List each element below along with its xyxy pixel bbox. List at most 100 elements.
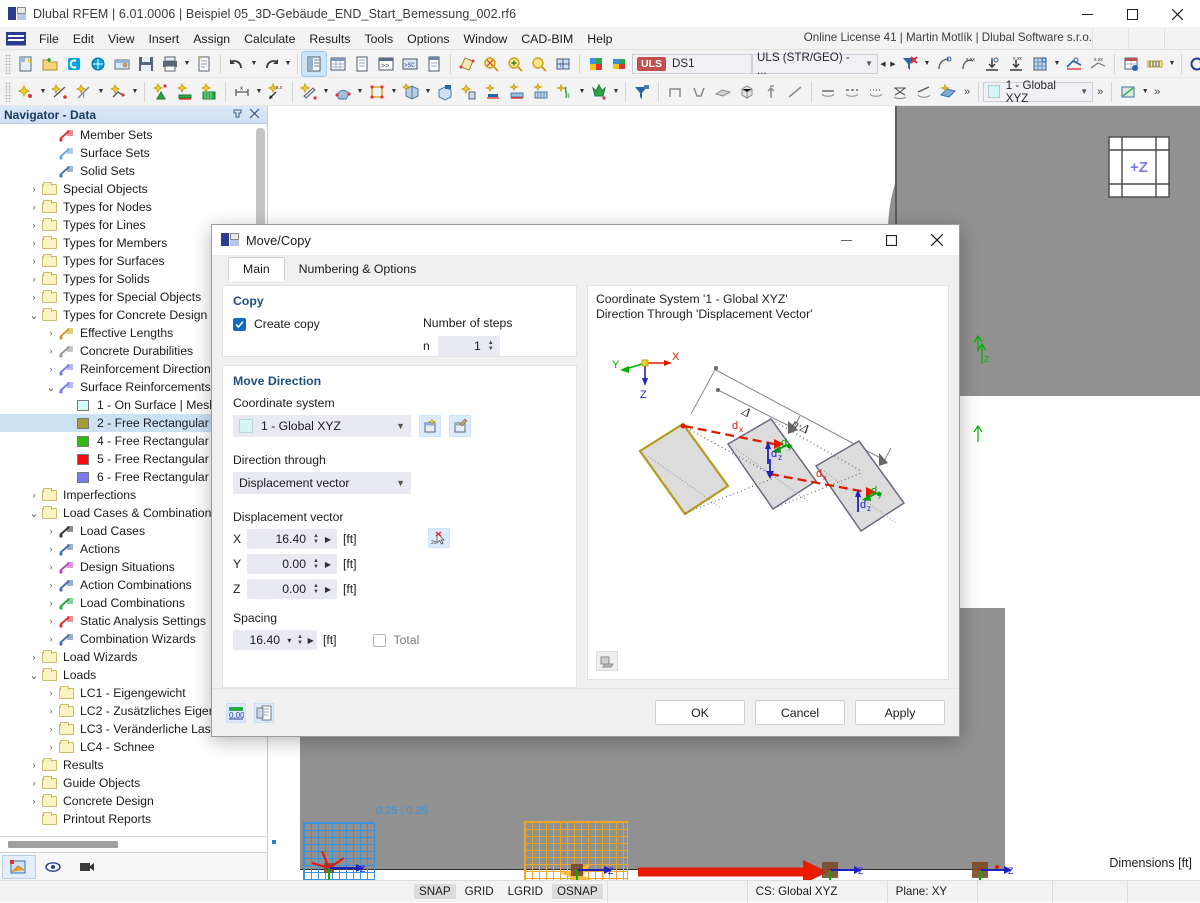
navigator-hscrollbar[interactable] xyxy=(8,841,118,848)
apply-button[interactable]: Apply xyxy=(855,700,945,725)
expand-arrow-icon[interactable]: › xyxy=(27,274,41,284)
expand-arrow-icon[interactable]: › xyxy=(44,364,58,374)
maximize-button[interactable] xyxy=(1110,0,1155,28)
pick-two-points-button[interactable]: 2x xyxy=(428,528,450,548)
expand-arrow-icon[interactable]: › xyxy=(44,616,58,626)
new-line-support-icon[interactable] xyxy=(173,80,197,104)
view-orientation-cube[interactable]: +Z xyxy=(1108,136,1170,198)
pin-icon[interactable] xyxy=(232,108,243,122)
grid-toggle[interactable]: GRID xyxy=(460,884,499,899)
new-dimension-icon[interactable]: x xyxy=(230,80,254,104)
model-colors-icon[interactable] xyxy=(584,52,608,76)
new-rigid-link-icon[interactable] xyxy=(481,80,505,104)
displacement-z-stepper[interactable]: ▲▼▶ xyxy=(247,579,337,599)
opening-caret[interactable]: ▼ xyxy=(389,80,399,104)
expand-caret-y[interactable]: ▶ xyxy=(322,560,334,569)
minimize-button[interactable] xyxy=(1065,0,1110,28)
new-surface-icon[interactable] xyxy=(331,80,355,104)
plane-status[interactable]: Plane: XY xyxy=(888,881,978,903)
result-diagram-values-icon[interactable]: x.xx xyxy=(1086,52,1110,76)
stepper-arrows-n[interactable]: ▲▼ xyxy=(485,340,497,352)
result-surface-icon[interactable] xyxy=(936,80,960,104)
expand-arrow-icon[interactable]: › xyxy=(27,760,41,770)
tab-main[interactable]: Main xyxy=(228,257,285,281)
view-bottom-icon[interactable] xyxy=(687,80,711,104)
menu-cad-bim[interactable]: CAD-BIM xyxy=(514,30,580,48)
create-copy-checkbox[interactable] xyxy=(233,318,246,331)
tab-display-navigator[interactable] xyxy=(36,855,70,879)
expand-arrow-icon[interactable]: › xyxy=(44,346,58,356)
result-table-icon[interactable] xyxy=(1119,52,1143,76)
support-type-4-icon[interactable] xyxy=(888,80,912,104)
units-button[interactable]: 0,00 xyxy=(226,703,246,723)
tree-item[interactable]: ›Guide Objects xyxy=(0,774,267,792)
collapse-arrow-icon[interactable]: ⌄ xyxy=(44,381,58,394)
dialog-minimize-button[interactable] xyxy=(824,225,869,255)
view-up-icon[interactable] xyxy=(759,80,783,104)
tab-numbering-options[interactable]: Numbering & Options xyxy=(285,257,431,281)
new-polyline-icon[interactable] xyxy=(106,80,130,104)
toolbar2-overflow-chevron[interactable]: » xyxy=(960,86,974,98)
expand-arrow-icon[interactable]: › xyxy=(27,292,41,302)
tab-data-navigator[interactable] xyxy=(2,855,36,879)
close-button[interactable] xyxy=(1155,0,1200,28)
tree-item[interactable]: ›Types for Nodes xyxy=(0,198,267,216)
expand-arrow-icon[interactable]: › xyxy=(44,634,58,644)
direction-through-select[interactable]: Displacement vector ▼ xyxy=(233,472,411,494)
save-icon[interactable] xyxy=(134,52,158,76)
imperfection-caret[interactable]: ▼ xyxy=(577,80,587,104)
redo-dropdown-caret[interactable]: ▼ xyxy=(283,52,293,76)
menu-window[interactable]: Window xyxy=(457,30,515,48)
report-button[interactable] xyxy=(254,703,274,723)
collapse-arrow-icon[interactable]: ⌄ xyxy=(27,669,41,682)
menu-results[interactable]: Results xyxy=(302,30,357,48)
result-colors-icon[interactable] xyxy=(608,52,632,76)
load-caret[interactable]: ▼ xyxy=(611,80,621,104)
new-node-icon[interactable] xyxy=(14,80,38,104)
expand-arrow-icon[interactable]: › xyxy=(27,652,41,662)
new-mesh-refinement-icon[interactable] xyxy=(529,80,553,104)
preview-settings-button[interactable] xyxy=(596,651,618,671)
new-surface-support-icon[interactable] xyxy=(197,80,221,104)
calculation-diagram-icon[interactable] xyxy=(1143,52,1167,76)
zoom-all-icon[interactable] xyxy=(527,52,551,76)
menu-options[interactable]: Options xyxy=(400,30,456,48)
stepper-arrows-y[interactable]: ▲▼ xyxy=(310,558,322,570)
support-reactions-icon[interactable] xyxy=(980,52,1004,76)
view-front-icon[interactable] xyxy=(663,80,687,104)
spacing-dropdown-caret[interactable]: ▾ xyxy=(284,636,295,645)
close-icon[interactable] xyxy=(249,108,260,122)
print-dropdown-caret[interactable]: ▼ xyxy=(182,52,192,76)
print-icon[interactable] xyxy=(158,52,182,76)
undo-icon[interactable] xyxy=(225,52,249,76)
cs-overflow-chevron[interactable]: » xyxy=(1093,86,1107,98)
cloud-open-icon[interactable] xyxy=(62,52,86,76)
collapse-arrow-icon[interactable]: ⌄ xyxy=(27,507,41,520)
view-rotate-icon[interactable] xyxy=(783,80,807,104)
new-load-icon[interactable] xyxy=(587,80,611,104)
snap-toggle[interactable]: SNAP xyxy=(414,884,456,899)
osnap-toggle[interactable]: OSNAP xyxy=(552,884,603,899)
tree-item[interactable]: Solid Sets xyxy=(0,162,267,180)
open-file-icon[interactable] xyxy=(38,52,62,76)
calc-dropdown-caret[interactable]: ▼ xyxy=(1167,52,1177,76)
expand-arrow-icon[interactable]: › xyxy=(44,544,58,554)
expand-arrow-icon[interactable]: › xyxy=(44,562,58,572)
zoom-in-icon[interactable] xyxy=(503,52,527,76)
document-list-icon[interactable] xyxy=(350,52,374,76)
new-member-icon[interactable] xyxy=(297,80,321,104)
lgrid-toggle[interactable]: LGRID xyxy=(503,884,548,899)
menu-file[interactable]: File xyxy=(32,30,66,48)
expand-arrow-icon[interactable]: › xyxy=(27,778,41,788)
new-coordinate-system-button[interactable] xyxy=(419,415,441,437)
surface-caret[interactable]: ▼ xyxy=(355,80,365,104)
number-of-steps-input[interactable] xyxy=(439,337,485,355)
coordinate-system-toolbar-combo[interactable]: 1 - Global XYZ ▼ xyxy=(983,82,1093,102)
spacing-arrows[interactable]: ▲▼ xyxy=(295,634,306,646)
expand-arrow-icon[interactable]: › xyxy=(44,706,58,716)
displacement-y-input[interactable] xyxy=(248,555,310,573)
support-type-1-icon[interactable] xyxy=(816,80,840,104)
total-checkbox-row[interactable]: Total xyxy=(373,633,420,647)
new-line-caret[interactable]: ▼ xyxy=(96,80,106,104)
filter-results-icon[interactable] xyxy=(898,52,922,76)
